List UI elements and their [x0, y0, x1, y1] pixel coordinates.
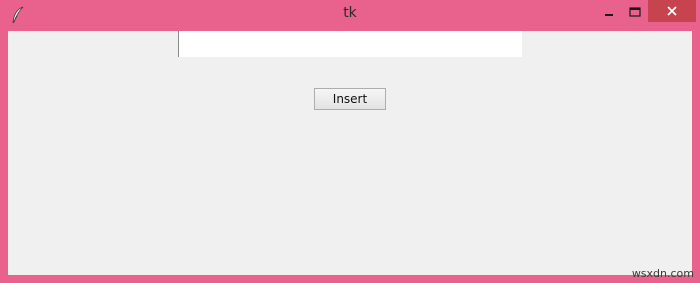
- title-bar[interactable]: tk: [0, 0, 700, 31]
- app-window: tk Insert wsxdn.com: [0, 0, 700, 283]
- client-area: Insert: [8, 31, 692, 275]
- insert-button[interactable]: Insert: [314, 88, 386, 110]
- window-title: tk: [343, 5, 357, 21]
- minimize-icon: [604, 2, 614, 21]
- maximize-icon: [629, 2, 641, 21]
- watermark: wsxdn.com: [631, 267, 694, 280]
- text-entry[interactable]: [178, 31, 522, 57]
- close-button[interactable]: [648, 0, 696, 22]
- maximize-button[interactable]: [622, 0, 648, 22]
- minimize-button[interactable]: [596, 0, 622, 22]
- close-icon: [666, 2, 678, 21]
